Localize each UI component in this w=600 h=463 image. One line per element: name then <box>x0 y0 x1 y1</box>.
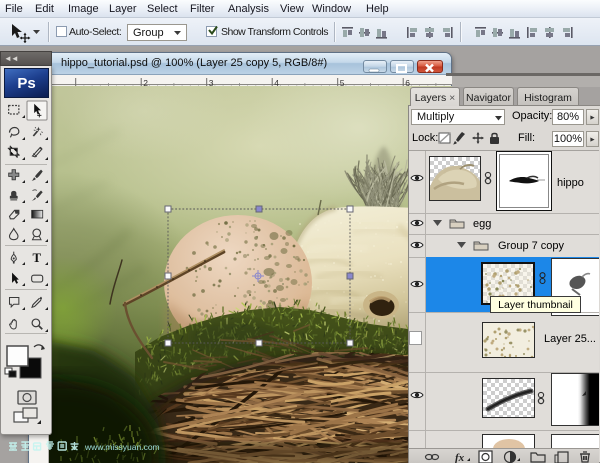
svg-text:fx: fx <box>455 452 465 463</box>
svg-text:www.missyuan.com: www.missyuan.com <box>84 442 160 452</box>
svg-text:T: T <box>33 251 42 265</box>
